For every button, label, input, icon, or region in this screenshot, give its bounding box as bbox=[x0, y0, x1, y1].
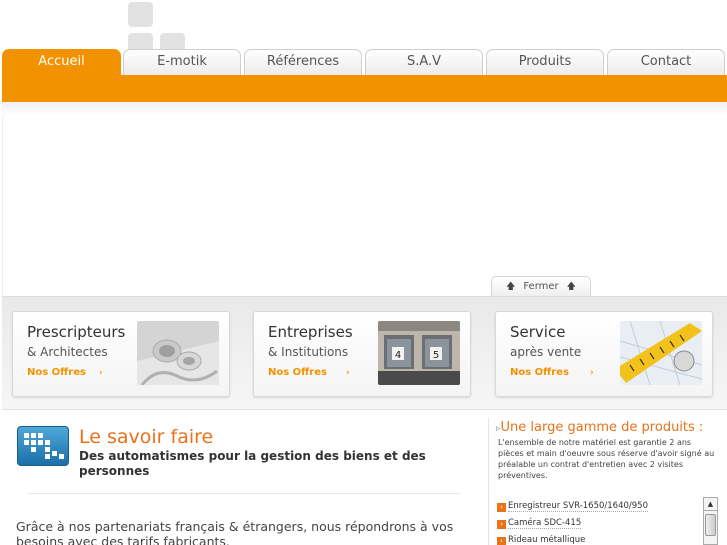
product-link[interactable]: Caméra SDC-415 bbox=[508, 518, 582, 529]
tape-measure-photo bbox=[620, 321, 702, 385]
card-title: Prescripteurs bbox=[27, 323, 126, 341]
card-subtitle: & Architectes bbox=[27, 345, 108, 359]
list-item[interactable]: › Rideau métallique bbox=[497, 534, 697, 545]
nos-offres-link[interactable]: Nos Offres bbox=[27, 367, 86, 378]
products-text: L'ensemble de notre matériel est garanti… bbox=[498, 438, 715, 480]
svg-text:4: 4 bbox=[395, 350, 401, 361]
card-prescripteurs[interactable]: Prescripteurs & Architectes Nos Offres › bbox=[12, 311, 230, 397]
card-service[interactable]: Service après vente Nos Offres › bbox=[495, 311, 713, 397]
list-item[interactable]: › Enregistreur SVR-1650/1640/950 bbox=[497, 500, 697, 517]
chevron-right-icon: › bbox=[497, 537, 506, 545]
card-title: Entreprises bbox=[268, 323, 353, 341]
main-nav: Accueil E-motik Références S.A.V Produit… bbox=[2, 49, 727, 75]
arrow-up-icon: 🡅 bbox=[566, 282, 576, 292]
nos-offres-link[interactable]: Nos Offres bbox=[510, 367, 569, 378]
arrow-up-icon: 🡅 bbox=[506, 282, 516, 292]
divider bbox=[28, 493, 460, 494]
svg-text:5: 5 bbox=[433, 350, 439, 361]
card-subtitle: & Institutions bbox=[268, 345, 349, 359]
chevron-right-icon: › bbox=[346, 368, 350, 378]
product-link[interactable]: Enregistreur SVR-1650/1640/950 bbox=[508, 501, 648, 512]
tab-accueil[interactable]: Accueil bbox=[2, 49, 121, 75]
close-banner-button[interactable]: 🡅 Fermer 🡅 bbox=[491, 276, 591, 296]
nos-offres-link[interactable]: Nos Offres bbox=[268, 367, 327, 378]
tab-emotik[interactable]: E-motik bbox=[123, 49, 241, 75]
chevron-right-icon: › bbox=[590, 368, 594, 378]
tab-sav[interactable]: S.A.V bbox=[365, 49, 483, 75]
product-link[interactable]: Rideau métallique bbox=[508, 535, 586, 545]
logo-square-top bbox=[128, 2, 153, 27]
chevron-right-icon: › bbox=[99, 368, 103, 378]
tiles-icon bbox=[17, 426, 69, 466]
loading-docks-photo: 4 5 bbox=[378, 321, 460, 385]
offers-band: Prescripteurs & Architectes Nos Offres ›… bbox=[2, 296, 727, 410]
card-entreprises[interactable]: Entreprises & Institutions Nos Offres › … bbox=[253, 311, 471, 397]
nav-orange-bar bbox=[2, 75, 727, 102]
list-item[interactable]: › Caméra SDC-415 bbox=[497, 517, 697, 534]
products-list: › Enregistreur SVR-1650/1640/950 › Caméra … bbox=[497, 500, 697, 545]
card-title: Service bbox=[510, 323, 566, 341]
tab-contact[interactable]: Contact bbox=[607, 49, 725, 75]
products-title-text: Une large gamme de produits : bbox=[500, 420, 704, 435]
savoir-faire-subtitle: Des automatismes pour la gestion des bie… bbox=[79, 449, 426, 478]
column-divider bbox=[488, 418, 489, 545]
tab-references[interactable]: Références bbox=[244, 49, 362, 75]
nav-shadow bbox=[2, 102, 727, 116]
arrow-up-icon[interactable]: ▲ bbox=[704, 498, 717, 511]
pipes-photo bbox=[137, 321, 219, 385]
close-banner-label: Fermer bbox=[523, 281, 559, 292]
intro-paragraph: Grâce à nos partenariats français & étra… bbox=[16, 519, 454, 545]
savoir-faire-title: Le savoir faire bbox=[79, 426, 214, 448]
chevron-right-icon: › bbox=[497, 520, 506, 529]
products-scrollbar[interactable]: ▲ bbox=[703, 497, 718, 545]
scroll-thumb[interactable] bbox=[705, 514, 716, 536]
chevron-right-icon: › bbox=[497, 503, 506, 512]
banner-area bbox=[2, 116, 727, 296]
products-title: ▹Une large gamme de produits : bbox=[496, 420, 703, 435]
tab-produits[interactable]: Produits bbox=[486, 49, 604, 75]
card-subtitle: après vente bbox=[510, 345, 582, 359]
